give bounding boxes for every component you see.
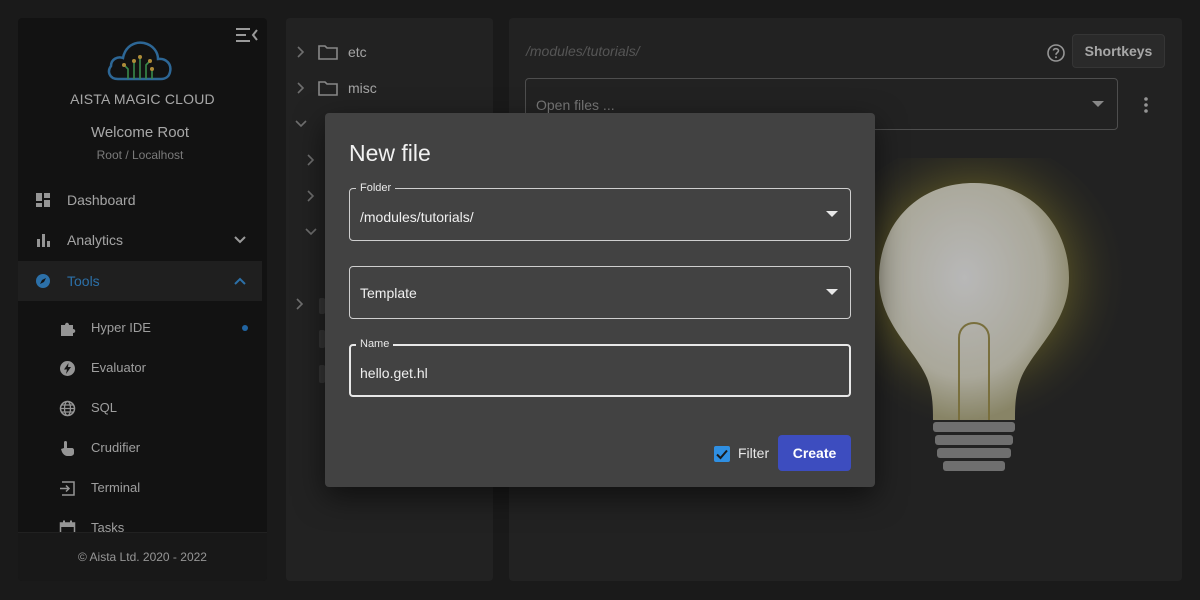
new-file-dialog: New file Folder /modules/tutorials/ Temp… — [325, 113, 875, 487]
folder-label: Folder — [356, 182, 396, 195]
template-value: Template — [360, 285, 417, 301]
filter-label[interactable]: Filter — [738, 445, 769, 461]
create-button[interactable]: Create — [778, 435, 851, 471]
folder-value: /modules/tutorials/ — [360, 209, 474, 225]
checkmark-icon — [716, 449, 728, 460]
filename-value: hello.get.hl — [360, 365, 428, 381]
folder-select[interactable]: Folder /modules/tutorials/ — [349, 182, 851, 241]
template-select[interactable]: Template — [349, 266, 851, 319]
dropdown-arrow-icon — [826, 211, 838, 217]
dropdown-arrow-icon — [826, 289, 838, 295]
filename-input[interactable]: Name hello.get.hl — [349, 338, 851, 397]
filter-checkbox[interactable] — [714, 446, 730, 462]
dialog-title: New file — [349, 140, 431, 166]
name-label: Name — [356, 338, 394, 351]
